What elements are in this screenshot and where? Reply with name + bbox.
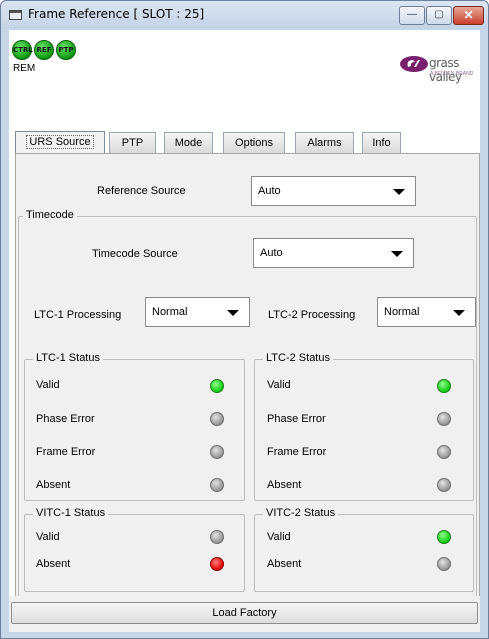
brand-name: grass valley — [429, 56, 462, 84]
minimize-button[interactable]: — — [399, 6, 425, 25]
vitc1-status-title: VITC-1 Status — [33, 507, 109, 519]
tab-mode[interactable]: Mode — [164, 132, 213, 153]
app-window: Frame Reference [ SLOT : 25] — ▢ ✕ CTRL … — [0, 0, 489, 639]
window-icon — [9, 10, 22, 20]
ltc2-absent-led — [437, 478, 451, 492]
close-button[interactable]: ✕ — [453, 6, 484, 25]
ptp-indicator: PTP — [56, 40, 76, 60]
load-factory-button[interactable]: Load Factory — [11, 602, 478, 624]
client-area: CTRL REF PTP REM grass valley A BELDEN B… — [9, 30, 480, 632]
ltc2-frame-error-led — [437, 445, 451, 459]
chevron-down-icon — [393, 189, 405, 195]
tab-alarms[interactable]: Alarms — [295, 132, 354, 153]
tab-urs-source[interactable]: URS Source — [15, 131, 105, 153]
ltc2-status-group: LTC-2 Status Valid Phase Error Frame Err… — [254, 352, 474, 501]
footer-bar: Load Factory — [9, 596, 480, 632]
ltc1-processing-value: Normal — [152, 306, 188, 318]
ltc1-processing-dropdown[interactable]: Normal — [145, 297, 250, 327]
maximize-button[interactable]: ▢ — [426, 6, 452, 25]
ltc2-status-title: LTC-2 Status — [263, 352, 333, 364]
ltc2-valid-led — [437, 379, 451, 393]
ctrl-indicator: CTRL — [12, 40, 33, 60]
ltc2-phase-error-led — [437, 412, 451, 426]
ltc1-phase-error-led — [210, 412, 224, 426]
tab-options[interactable]: Options — [223, 132, 285, 153]
reference-source-label: Reference Source — [97, 185, 186, 197]
ltc2-valid-label: Valid — [267, 379, 291, 391]
ltc2-frame-error-label: Frame Error — [267, 446, 327, 458]
vitc1-valid-label: Valid — [36, 531, 60, 543]
ltc2-processing-dropdown[interactable]: Normal — [377, 297, 476, 327]
ltc1-frame-error-led — [210, 445, 224, 459]
vitc1-absent-label: Absent — [36, 558, 71, 570]
ltc1-processing-label: LTC-1 Processing — [34, 309, 122, 321]
reference-source-dropdown[interactable]: Auto — [251, 176, 416, 206]
ltc1-absent-label: Absent — [36, 479, 71, 491]
card-header: CTRL REF PTP REM grass valley A BELDEN B… — [9, 30, 480, 96]
vitc2-status-title: VITC-2 Status — [263, 507, 339, 519]
vitc2-valid-label: Valid — [267, 531, 291, 543]
reference-source-value: Auto — [258, 185, 281, 197]
chevron-down-icon — [453, 310, 465, 316]
vitc2-absent-label: Absent — [267, 558, 302, 570]
brand-subtitle: A BELDEN BRAND — [430, 71, 474, 77]
title-bar[interactable]: Frame Reference [ SLOT : 25] — ▢ ✕ — [1, 1, 488, 29]
timecode-group: Timecode Timecode Source Auto LTC-1 Proc… — [18, 209, 477, 604]
tab-ptp[interactable]: PTP — [109, 132, 156, 153]
ltc1-valid-led — [210, 379, 224, 393]
vitc1-absent-led — [210, 557, 224, 571]
vitc1-status-group: VITC-1 Status Valid Absent — [24, 507, 245, 592]
ref-indicator: REF — [34, 40, 54, 60]
ltc1-valid-label: Valid — [36, 379, 60, 391]
timecode-source-label: Timecode Source — [92, 248, 178, 260]
timecode-source-value: Auto — [260, 247, 283, 259]
rem-label: REM — [13, 63, 36, 74]
vitc2-status-group: VITC-2 Status Valid Absent — [254, 507, 474, 592]
window-title: Frame Reference [ SLOT : 25] — [28, 7, 205, 21]
grass-valley-logo-icon — [400, 56, 428, 72]
vitc2-absent-led — [437, 557, 451, 571]
ltc2-absent-label: Absent — [267, 479, 302, 491]
chevron-down-icon — [391, 251, 403, 257]
ltc2-processing-label: LTC-2 Processing — [268, 309, 356, 321]
timecode-group-title: Timecode — [23, 209, 77, 221]
ltc1-phase-error-label: Phase Error — [36, 413, 95, 425]
urs-source-panel: Reference Source Auto Timecode Timecode … — [15, 153, 480, 607]
chevron-down-icon — [227, 310, 239, 316]
ltc2-processing-value: Normal — [384, 306, 420, 318]
vitc1-valid-led — [210, 530, 224, 544]
tab-info[interactable]: Info — [362, 132, 401, 153]
ltc1-status-title: LTC-1 Status — [33, 352, 103, 364]
vitc2-valid-led — [437, 530, 451, 544]
ltc1-status-group: LTC-1 Status Valid Phase Error Frame Err… — [24, 352, 245, 501]
timecode-source-dropdown[interactable]: Auto — [253, 238, 414, 268]
ltc1-frame-error-label: Frame Error — [36, 446, 96, 458]
ltc1-absent-led — [210, 478, 224, 492]
ltc2-phase-error-label: Phase Error — [267, 413, 326, 425]
